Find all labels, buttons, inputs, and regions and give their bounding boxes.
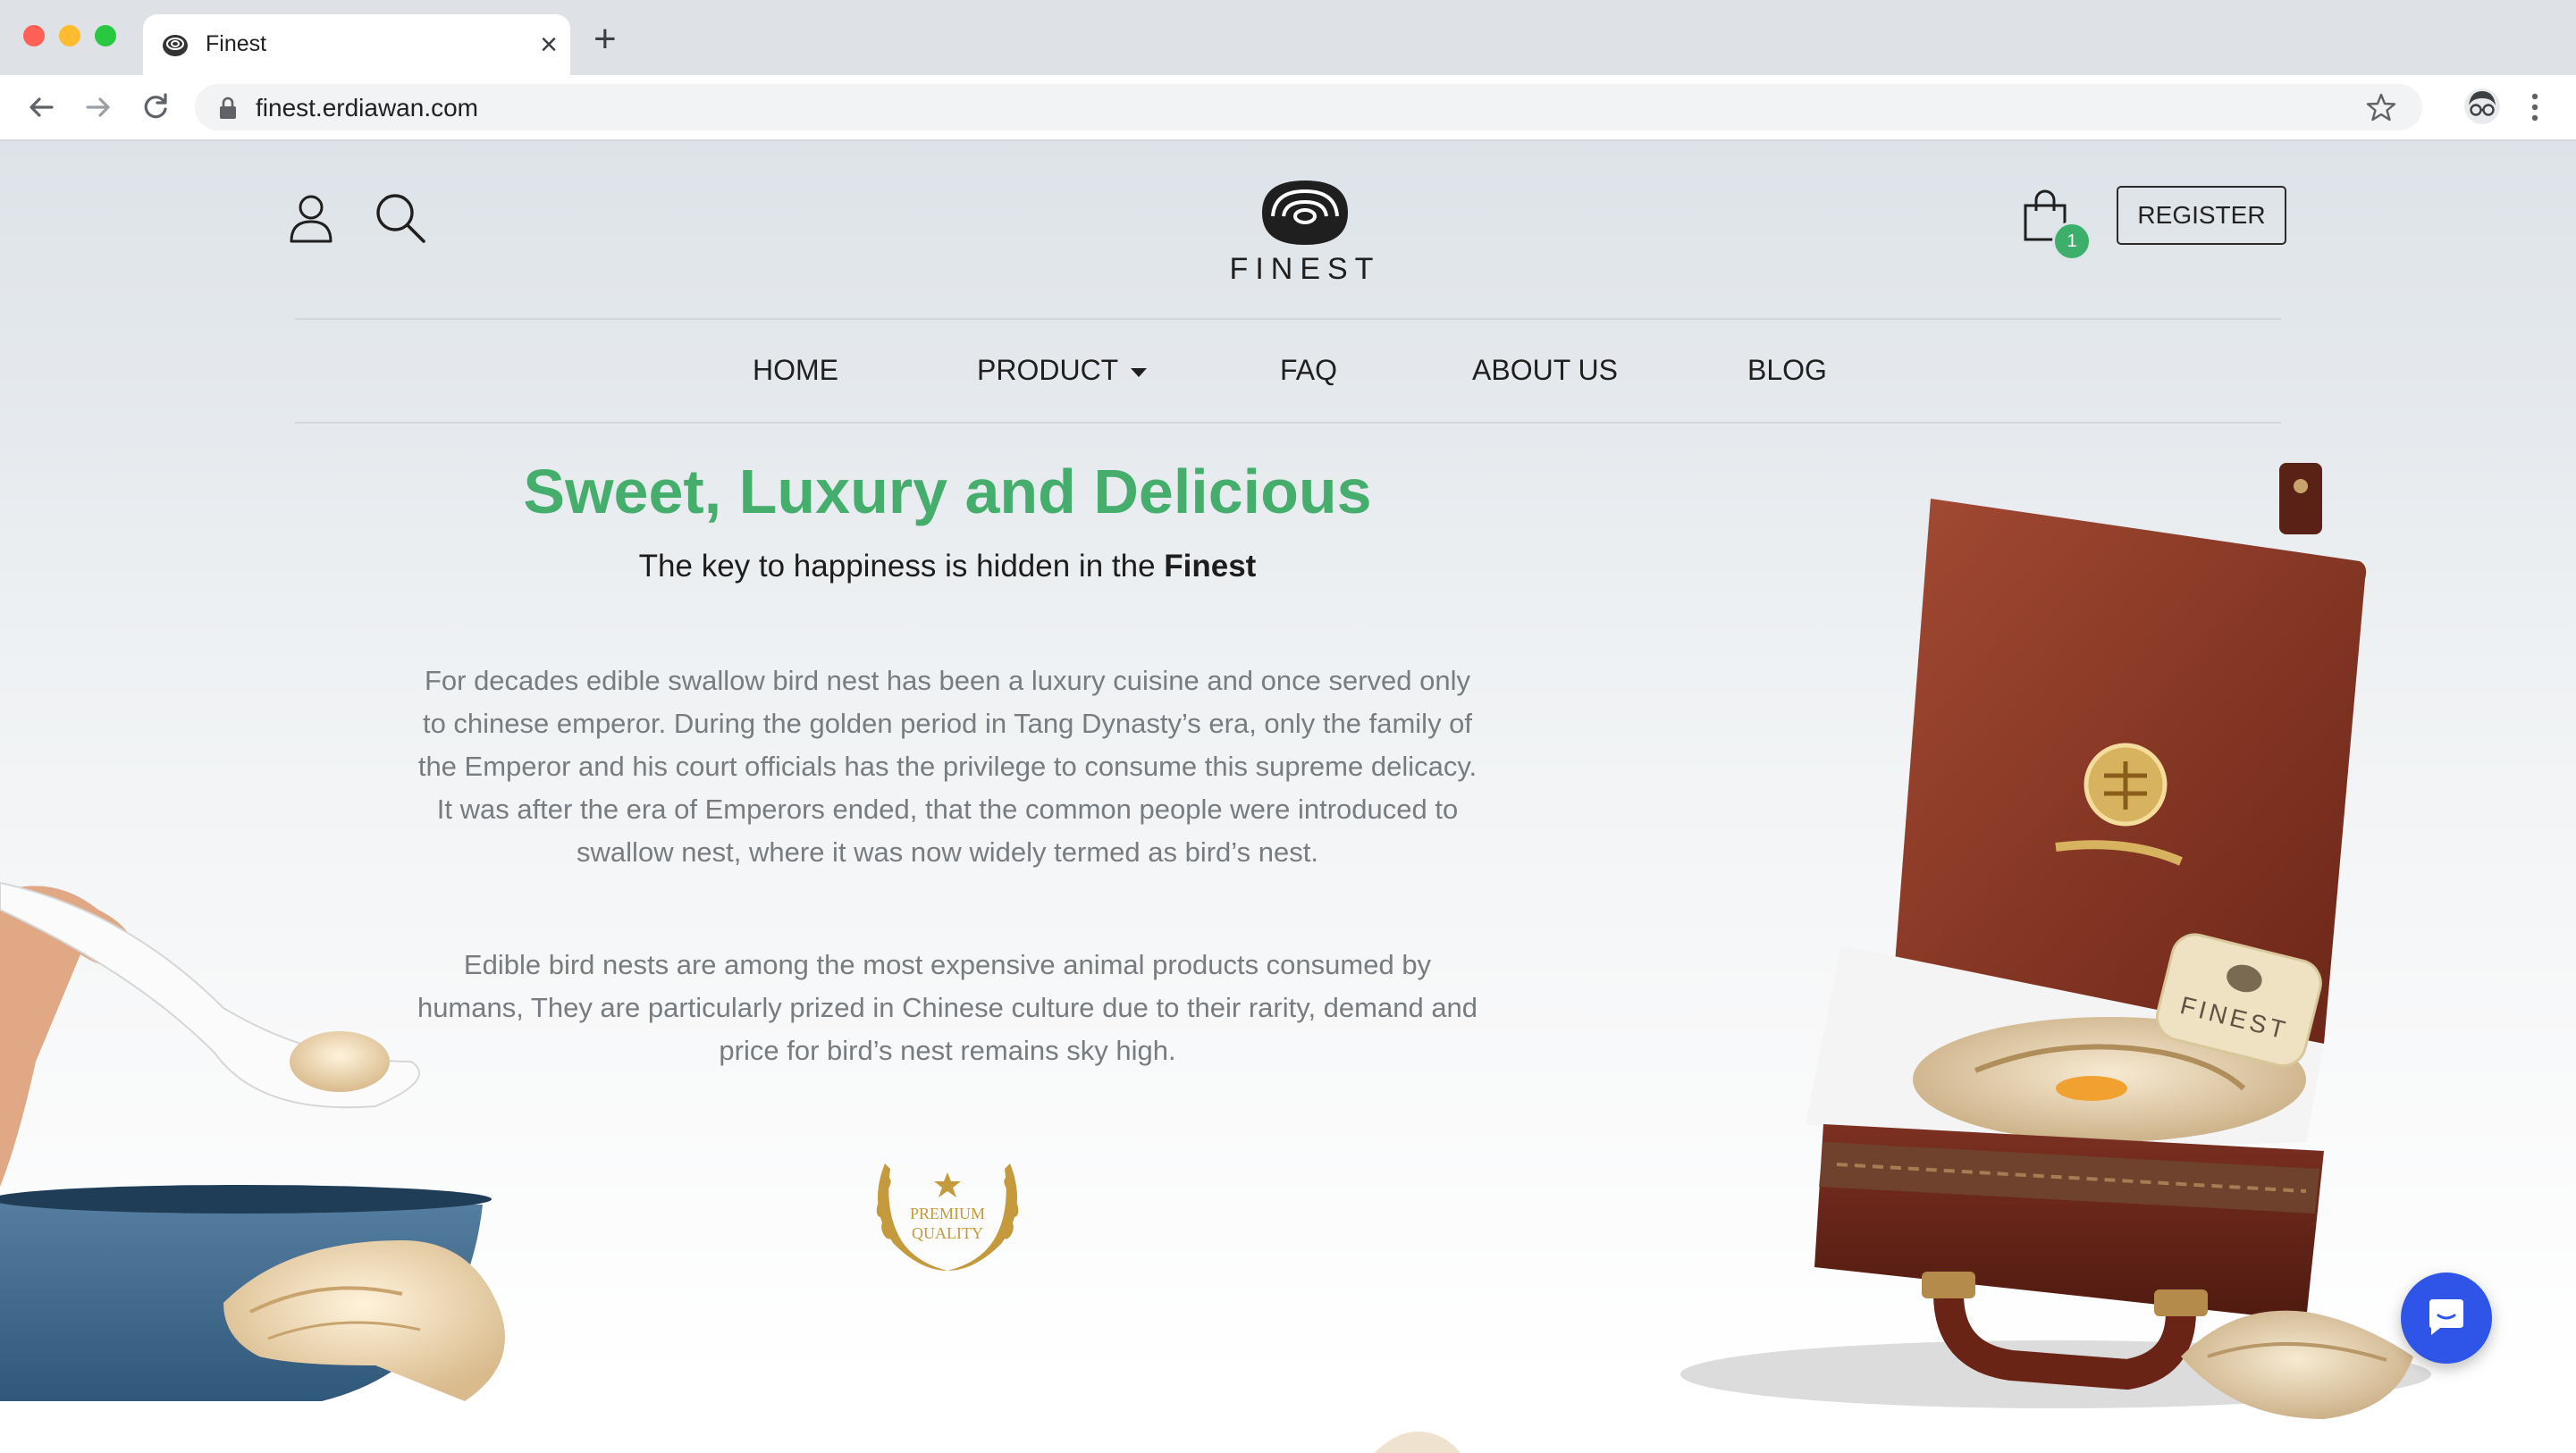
header-divider-bottom [295,422,2281,424]
finest-favicon-icon [163,35,188,56]
reload-icon[interactable] [136,88,175,127]
tab-close-icon[interactable]: × [540,27,558,63]
kebab-menu-icon[interactable] [2526,88,2544,127]
nav-item-blog[interactable]: BLOG [1747,354,1827,387]
search-icon[interactable] [372,189,429,247]
lock-icon [220,97,236,119]
user-icon[interactable] [286,191,336,245]
browser-toolbar: finest.erdiawan.com [0,75,2576,141]
badge-line-2: QUALITY [912,1224,983,1242]
nav-item-home[interactable]: HOME [753,354,838,387]
browser-tab-active[interactable]: Finest × [143,14,570,75]
url-text[interactable]: finest.erdiawan.com [256,94,478,122]
forward-arrow-icon[interactable] [79,88,118,127]
finest-gift-box-image: FINEST [1680,463,2431,1419]
bird-nest-peek-image [1374,1431,1461,1453]
finest-home-page: FINEST 1 REGISTER HOME PRODUCT FAQ ABOUT… [0,141,2576,1453]
window-close-button[interactable] [23,25,45,46]
nav-item-faq[interactable]: FAQ [1280,354,1337,387]
register-button[interactable]: REGISTER [2117,186,2286,245]
live-chat-button[interactable] [2401,1272,2492,1364]
back-arrow-icon[interactable] [21,88,61,127]
tab-title: Finest [206,31,267,56]
logo-wordmark[interactable]: FINEST [1225,252,1385,287]
new-tab-button[interactable]: + [593,20,617,59]
hero-subtitle: The key to happiness is hidden in the Fi… [429,549,1466,584]
nav-item-product[interactable]: PRODUCT [977,354,1148,387]
badge-line-1: PREMIUM [910,1205,985,1222]
nav-item-product-label: PRODUCT [977,354,1119,386]
address-bar[interactable]: finest.erdiawan.com [195,84,2422,130]
premium-quality-badge-icon: PREMIUM QUALITY [876,1163,1019,1271]
hero-paragraph-value: Edible bird nests are among the most exp… [417,949,1478,1066]
bookmark-star-icon[interactable] [2365,91,2397,123]
browser-tab-strip: Finest × + [0,0,2576,75]
finest-logo-icon[interactable] [1259,177,1351,248]
hero-title: Sweet, Luxury and Delicious [523,457,1372,526]
chat-bubble-icon [2429,1299,2463,1335]
window-minimize-button[interactable] [59,25,80,46]
hero-subtitle-brand: Finest [1164,549,1257,584]
caret-down-icon [1131,367,1148,377]
header-divider-top [295,318,2281,320]
profile-avatar-icon[interactable] [2462,86,2503,127]
hero-paragraph-history: For decades edible swallow bird nest has… [417,665,1477,868]
nav-item-about-us[interactable]: ABOUT US [1472,354,1618,387]
cart-count-badge: 1 [2052,222,2092,261]
window-zoom-button[interactable] [95,25,116,46]
hero-subtitle-text: The key to happiness is hidden in the [638,549,1165,584]
